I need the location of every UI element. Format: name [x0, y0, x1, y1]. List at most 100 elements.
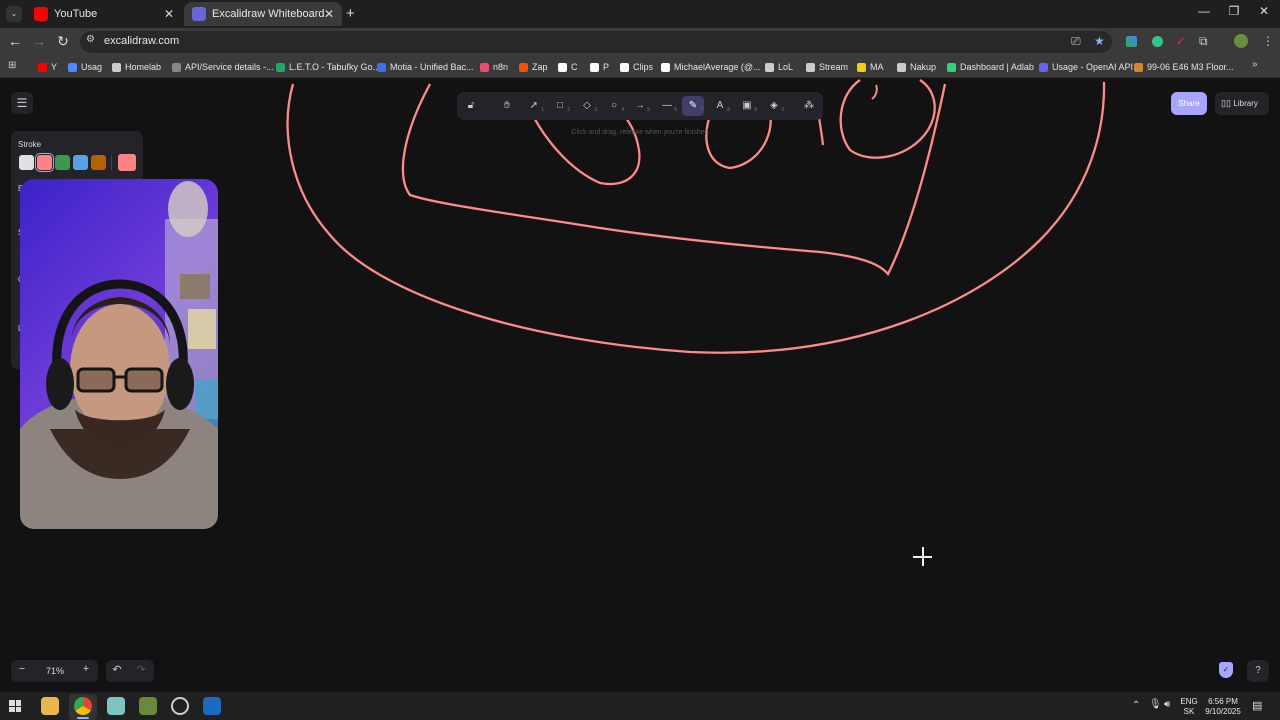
folder-icon — [806, 62, 815, 72]
image-icon[interactable]: ▣ 9 — [736, 96, 758, 116]
bookmark-7[interactable]: Zap — [519, 60, 548, 74]
bookmark-star-icon[interactable]: ★ — [1094, 34, 1105, 48]
settings-app-icon[interactable] — [171, 697, 189, 715]
bookmark-15[interactable]: Nakup — [897, 60, 936, 74]
car-icon — [1134, 62, 1143, 72]
bookmark-label: Y — [51, 62, 58, 72]
shapes-library-icon[interactable]: ⁂ — [798, 96, 820, 116]
extension-icon[interactable] — [1126, 36, 1137, 47]
bookmark-label: Zap — [532, 62, 548, 72]
bookmark-8[interactable]: C — [558, 60, 578, 74]
main-menu-button[interactable]: ☰ — [11, 92, 33, 114]
minecraft-icon[interactable] — [139, 697, 157, 715]
tool-glyph: ◇ — [583, 100, 591, 111]
steam-icon[interactable] — [203, 697, 221, 715]
bookmark-3[interactable]: API/Service details -... — [172, 60, 274, 74]
tab-excalidraw[interactable]: Excalidraw Whiteboard ✕ — [184, 2, 342, 26]
zoom-out-button[interactable]: − — [14, 663, 30, 675]
bookmark-1[interactable]: Usag — [68, 60, 102, 74]
selection-icon[interactable]: ➚ 1 — [523, 96, 545, 116]
text-icon[interactable]: A8 — [709, 96, 731, 116]
shield-check-icon[interactable]: ✓ — [1219, 662, 1233, 678]
notification-icon[interactable]: ▤ — [1252, 699, 1262, 712]
arrow-icon[interactable]: → 5 — [629, 96, 651, 116]
bookmark-16[interactable]: Dashboard | Adlab — [947, 60, 1034, 74]
bookmark-17[interactable]: Usage - OpenAI API — [1039, 60, 1133, 74]
current-stroke-swatch[interactable] — [118, 154, 136, 171]
bookmark-18[interactable]: 99-06 E46 M3 Floor... — [1134, 60, 1234, 74]
folder-icon — [112, 62, 121, 72]
ellipse-icon[interactable]: ○ 4 — [603, 96, 625, 116]
eraser-icon[interactable]: ◈ 0 — [763, 96, 785, 116]
tool-shortcut-key: 3 — [594, 107, 597, 113]
restore-button[interactable]: ❐ — [1219, 4, 1249, 18]
stroke-swatch[interactable] — [73, 155, 88, 170]
windows-start-icon[interactable] — [9, 700, 21, 712]
more-bookmarks-icon[interactable]: » — [1252, 59, 1258, 70]
language-indicator[interactable]: ENG SK — [1178, 697, 1200, 717]
rectangle-icon[interactable]: □ 2 — [549, 96, 571, 116]
stroke-swatch[interactable] — [35, 153, 54, 172]
windows-taskbar — [0, 692, 1280, 720]
chrome-icon[interactable] — [74, 697, 92, 715]
stroke-swatch[interactable] — [91, 155, 106, 170]
bookmark-4[interactable]: L.E.T.O - Tabuľky Go... — [276, 60, 380, 74]
close-icon[interactable]: ✕ — [164, 7, 174, 21]
tab-search-icon[interactable]: ⌄ — [6, 6, 22, 22]
library-button[interactable]: ▯▯ Library — [1215, 92, 1269, 115]
clock[interactable]: 6:56 PM 9/10/2025 — [1200, 697, 1246, 717]
close-icon[interactable]: ✕ — [324, 7, 334, 21]
apps-grid-icon[interactable]: ⊞ — [8, 60, 16, 71]
clips-icon — [620, 62, 629, 72]
zoom-level[interactable]: 71% — [38, 666, 72, 676]
line-icon[interactable]: —6 — [656, 96, 678, 116]
new-tab-button[interactable]: + — [346, 5, 355, 22]
grammarly-icon[interactable] — [1152, 36, 1163, 47]
bookmark-11[interactable]: MichaelAverage (@... — [661, 60, 761, 74]
site-info-icon[interactable]: ⚙ — [86, 34, 95, 45]
extensions-puzzle-icon[interactable]: ⧉ — [1199, 34, 1208, 49]
bookmark-10[interactable]: Clips — [620, 60, 653, 74]
bookmark-13[interactable]: Stream — [806, 60, 848, 74]
pencil-icon[interactable]: ✎ 7 — [682, 96, 704, 116]
vivaldi-extension-icon[interactable]: ✓ — [1176, 34, 1186, 48]
tab-youtube[interactable]: YouTube ✕ — [26, 2, 182, 26]
hand-icon[interactable]: ✋︎ — [496, 96, 518, 116]
stroke-swatch[interactable] — [55, 155, 70, 170]
drawing-stroke-mark — [871, 84, 878, 100]
profile-avatar[interactable] — [1234, 34, 1248, 48]
address-bar[interactable] — [80, 31, 1112, 53]
bookmark-0[interactable]: Y — [38, 60, 57, 74]
notepad-icon[interactable] — [107, 697, 125, 715]
redo-icon[interactable]: ↷ — [133, 663, 149, 676]
help-icon[interactable]: ? — [1247, 660, 1269, 682]
tool-glyph: A — [716, 100, 724, 111]
zoom-in-button[interactable]: + — [78, 663, 94, 675]
bookmark-2[interactable]: Homelab — [112, 60, 161, 74]
reload-button[interactable]: ↻ — [53, 33, 73, 50]
bookmark-12[interactable]: LoL — [765, 60, 793, 74]
install-app-icon[interactable]: ⎚ — [1071, 34, 1081, 49]
lock-icon[interactable]: 🔓︎ — [460, 96, 482, 116]
back-button[interactable]: ← — [5, 33, 25, 49]
stroke-swatch[interactable] — [19, 155, 34, 170]
tool-glyph: ✋︎ — [504, 100, 510, 111]
url-text[interactable]: excalidraw.com — [104, 35, 179, 47]
bookmark-6[interactable]: n8n — [480, 60, 508, 74]
share-button[interactable]: Share — [1171, 92, 1207, 115]
window-close-button[interactable]: ✕ — [1249, 4, 1279, 18]
file-explorer-icon[interactable] — [41, 697, 59, 715]
diamond-icon[interactable]: ◇ 3 — [576, 96, 598, 116]
bookmark-5[interactable]: Motia - Unified Bac... — [377, 60, 474, 74]
undo-icon[interactable]: ↶ — [109, 663, 125, 676]
menu-dots-icon[interactable]: ⋮ — [1262, 34, 1274, 48]
bookmark-14[interactable]: MA — [857, 60, 884, 74]
tray-chevron-icon[interactable]: ⌃ — [1132, 700, 1140, 711]
youtube-icon — [38, 62, 47, 72]
volume-icon[interactable]: 🔊︎ — [1164, 699, 1170, 710]
forward-button[interactable]: → — [29, 33, 49, 49]
bookmark-label: P — [603, 62, 610, 72]
minimize-button[interactable]: — — [1189, 4, 1219, 18]
microphone-icon[interactable]: 🎙︎ — [1149, 699, 1162, 710]
bookmark-9[interactable]: P — [590, 60, 609, 74]
